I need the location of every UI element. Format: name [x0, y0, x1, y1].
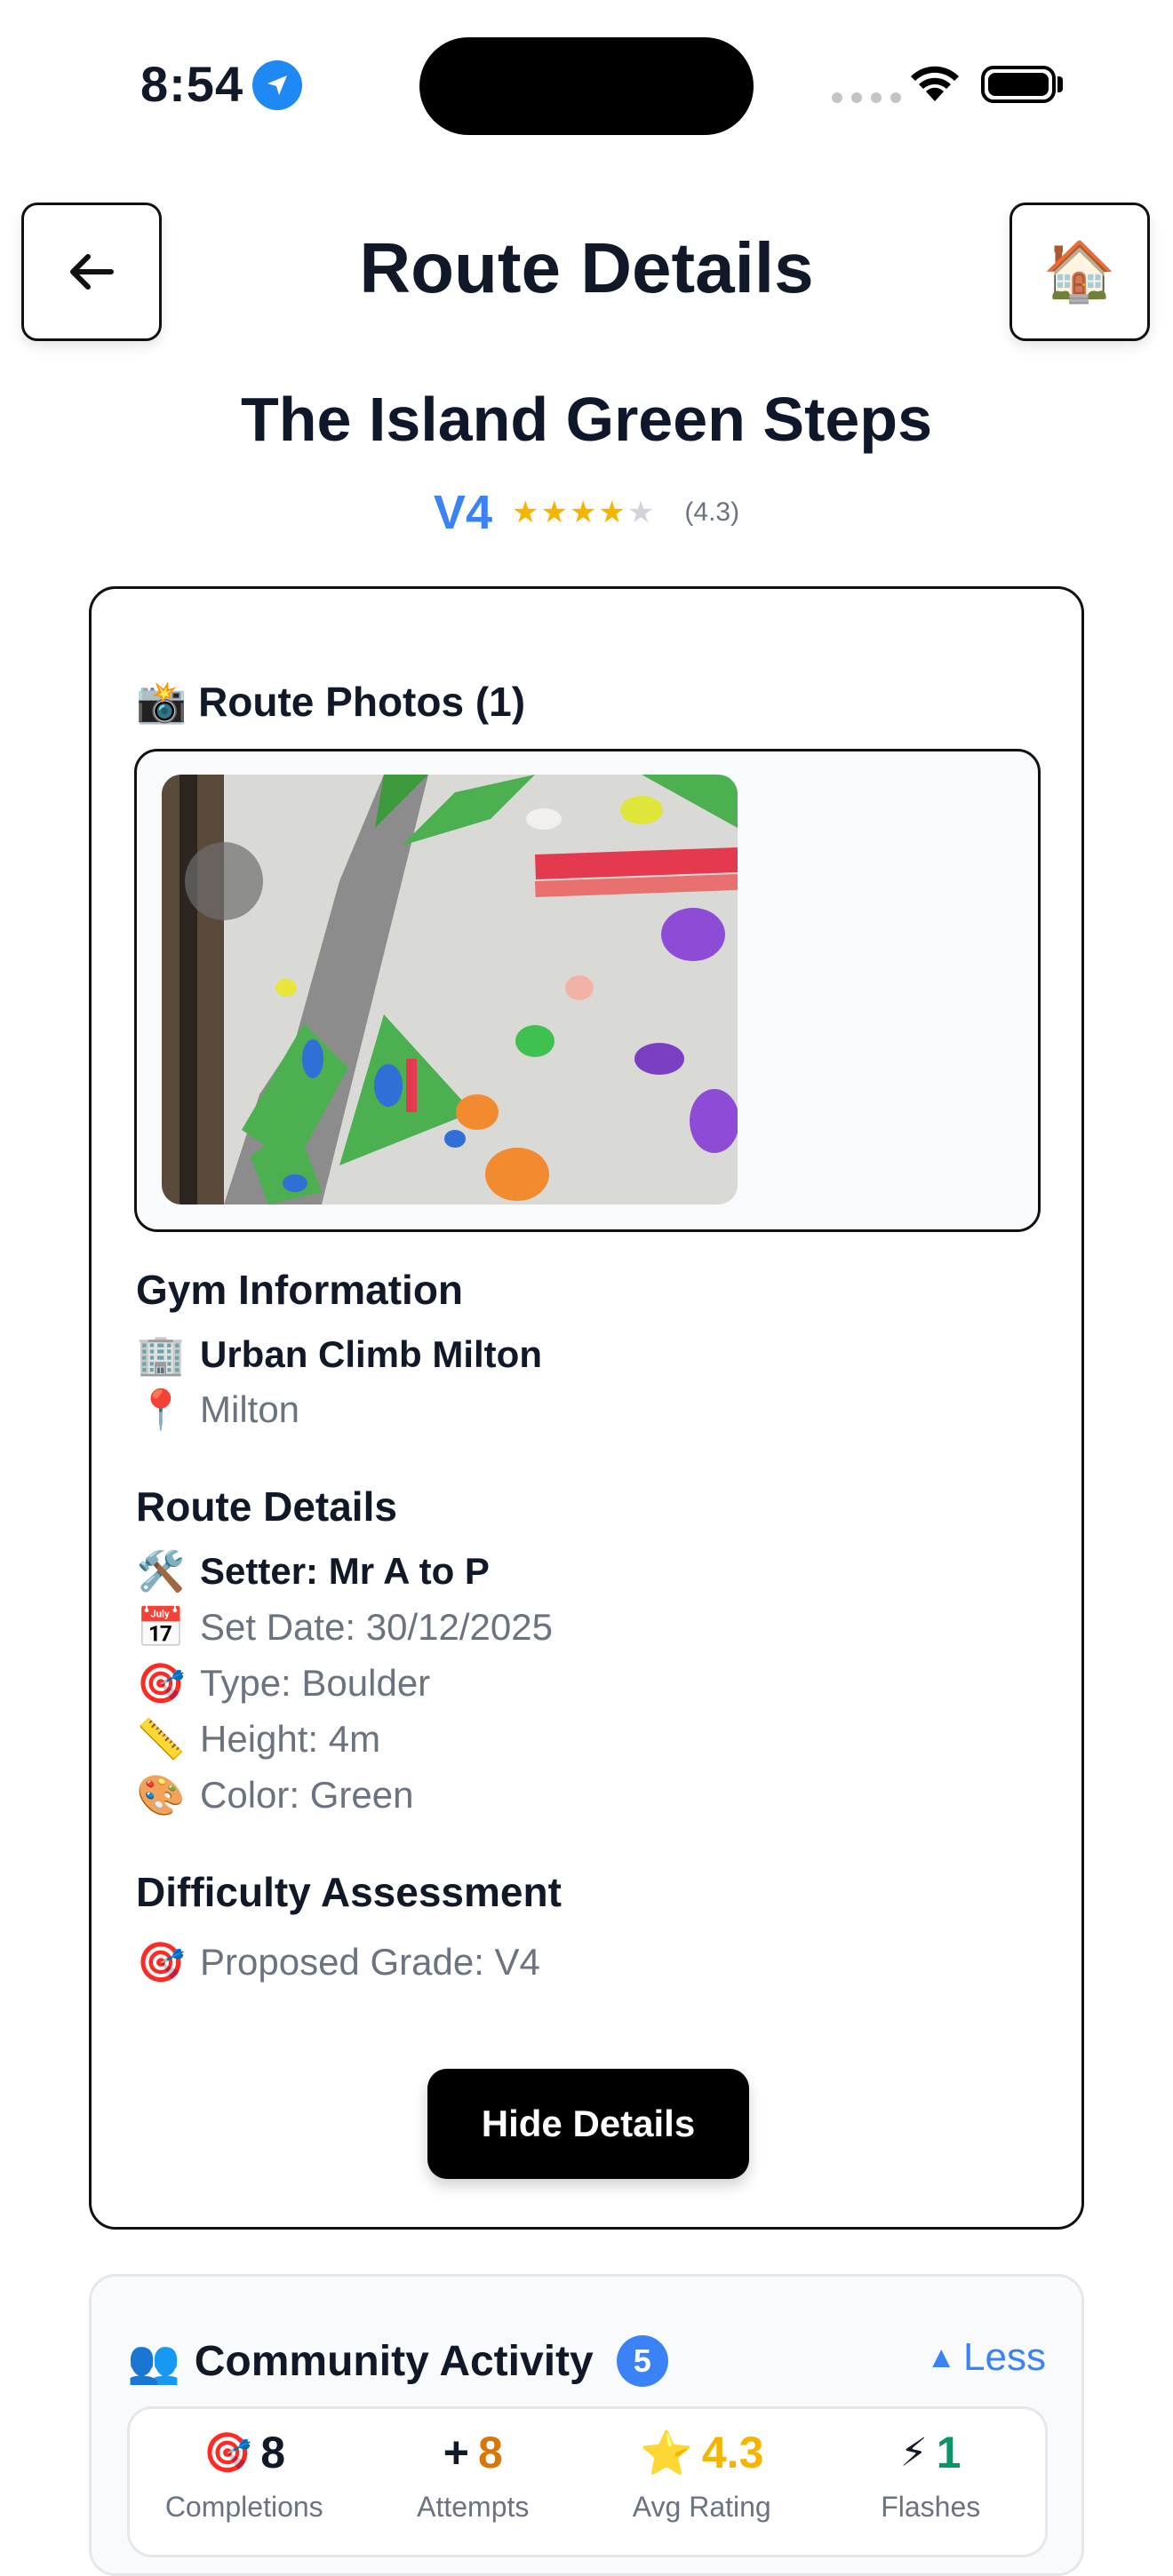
target-icon: 🎯 — [203, 2431, 252, 2475]
page-title: Route Details — [359, 228, 814, 307]
lightning-icon: ⚡ — [899, 2430, 928, 2475]
photo-gallery — [134, 749, 1041, 1232]
proposed-grade-value: Proposed Grade: V4 — [200, 1941, 540, 1983]
type-value: Type: Boulder — [200, 1662, 431, 1704]
status-time: 8:54 — [140, 56, 244, 112]
height-value: Height: 4m — [200, 1718, 381, 1760]
dynamic-island — [419, 37, 754, 135]
stat-label: Attempts — [417, 2491, 530, 2523]
tools-icon: 🛠️ — [136, 1550, 186, 1594]
stat-avg-rating: ⭐ 4.3 Avg Rating — [587, 2409, 817, 2555]
battery-tip — [1057, 76, 1063, 92]
location-arrow-icon — [252, 60, 302, 110]
route-details-card: 📸 Route Photos (1) Gym Information 🏢 Urb… — [89, 586, 1084, 2230]
battery-icon — [981, 66, 1056, 103]
difficulty-heading: Difficulty Assessment — [136, 1869, 562, 1915]
gym-location: Milton — [200, 1388, 300, 1430]
house-icon: 🏠 — [1042, 238, 1117, 304]
people-icon: 👥 — [127, 2338, 180, 2386]
home-button[interactable]: 🏠 — [1009, 203, 1150, 341]
route-details-heading: Route Details — [136, 1483, 397, 1530]
collapse-toggle[interactable]: ▲ Less — [926, 2335, 1046, 2380]
route-photos-title: Route Photos (1) — [198, 679, 526, 725]
set-date-value: Set Date: 30/12/2025 — [200, 1606, 553, 1648]
stat-attempts: + 8 Attempts — [359, 2409, 588, 2555]
gym-location-row: 📍 Milton — [136, 1387, 299, 1433]
ruler-icon: 📏 — [136, 1718, 186, 1761]
target-icon: 🎯 — [136, 1941, 186, 1984]
gym-name-row: 🏢 Urban Climb Milton — [136, 1332, 542, 1378]
setter-value: Setter: Mr A to P — [200, 1550, 490, 1592]
palette-icon: 🎨 — [136, 1774, 186, 1817]
route-name: The Island Green Steps — [241, 385, 932, 454]
calendar-icon: 📅 — [136, 1606, 186, 1650]
cellular-signal-icon — [832, 92, 901, 103]
plus-icon: + — [443, 2428, 469, 2477]
route-photos-heading: 📸 Route Photos (1) — [136, 678, 525, 727]
target-icon: 🎯 — [136, 1662, 186, 1705]
activity-stats: 🎯 8 Completions + 8 Attempts ⭐ 4.3 Avg R… — [127, 2406, 1048, 2557]
color-value: Color: Green — [200, 1774, 414, 1816]
wifi-icon — [911, 66, 959, 101]
stat-label: Flashes — [881, 2491, 981, 2523]
status-bar: 8:54 — [0, 0, 1173, 169]
community-activity-heading: 👥 Community Activity 5 — [127, 2335, 668, 2387]
route-photo[interactable] — [162, 775, 738, 1205]
type-row: 🎯 Type: Boulder — [136, 1660, 431, 1706]
community-activity-title: Community Activity — [194, 2337, 594, 2385]
stat-label: Avg Rating — [632, 2491, 771, 2523]
proposed-grade-row: 🎯 Proposed Grade: V4 — [136, 1939, 540, 1985]
stat-label: Completions — [164, 2491, 323, 2523]
gym-name: Urban Climb Milton — [200, 1333, 542, 1375]
gym-info-heading: Gym Information — [136, 1267, 464, 1313]
empty-star: ★ — [626, 496, 657, 529]
stat-completions: 🎯 8 Completions — [130, 2409, 359, 2555]
set-date-row: 📅 Set Date: 30/12/2025 — [136, 1604, 553, 1650]
triangle-up-icon: ▲ — [926, 2340, 957, 2374]
stat-value: 1 — [936, 2428, 962, 2477]
stat-flashes: ⚡ 1 Flashes — [817, 2409, 1046, 2555]
community-activity-card: 👥 Community Activity 5 ▲ Less 🎯 8 Comple… — [89, 2274, 1084, 2576]
star-icon: ⭐ — [640, 2429, 693, 2477]
pin-icon: 📍 — [136, 1388, 186, 1432]
stat-value: 8 — [260, 2428, 286, 2477]
collapse-toggle-label: Less — [963, 2335, 1046, 2379]
stat-value: 4.3 — [701, 2428, 764, 2477]
grade-row: V4 ★★★★★ (4.3) — [0, 485, 1173, 540]
star-rating: ★★★★★ — [512, 495, 656, 530]
filled-stars: ★★★★ — [511, 496, 627, 529]
route-grade: V4 — [433, 486, 492, 539]
color-row: 🎨 Color: Green — [136, 1772, 414, 1818]
camera-icon: 📸 — [136, 679, 188, 725]
rating-value: (4.3) — [684, 497, 740, 527]
height-row: 📏 Height: 4m — [136, 1716, 381, 1762]
setter-row: 🛠️ Setter: Mr A to P — [136, 1548, 490, 1594]
hide-details-button[interactable]: Hide Details — [427, 2069, 749, 2179]
stat-value: 8 — [477, 2428, 503, 2477]
building-icon: 🏢 — [136, 1333, 186, 1377]
activity-count-badge: 5 — [616, 2335, 668, 2387]
